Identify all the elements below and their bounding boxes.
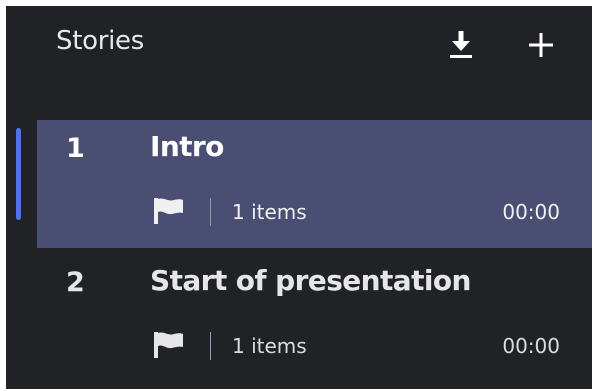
story-number: 1 — [66, 133, 85, 164]
story-item-1[interactable]: 1 Intro 1 items 00:00 — [37, 120, 592, 248]
stories-panel: Stories 1 Intro 1 items 00:00 2 Start of… — [6, 6, 592, 389]
panel-title: Stories — [56, 26, 144, 56]
story-number: 2 — [66, 267, 85, 298]
plus-icon — [529, 33, 553, 57]
story-title: Start of presentation — [150, 264, 471, 297]
story-title: Intro — [150, 130, 224, 163]
flag-icon — [154, 332, 183, 358]
active-story-indicator — [16, 128, 21, 220]
story-item-count: 1 items — [232, 334, 307, 358]
stories-header: Stories — [6, 6, 592, 90]
meta-divider — [210, 198, 211, 226]
story-item-count: 1 items — [232, 200, 307, 224]
story-duration: 00:00 — [502, 200, 560, 224]
flag-icon — [154, 198, 183, 224]
download-icon — [450, 31, 472, 58]
add-story-button[interactable] — [524, 28, 558, 62]
meta-divider — [210, 332, 211, 360]
story-duration: 00:00 — [502, 334, 560, 358]
story-item-2[interactable]: 2 Start of presentation 1 items 00:00 — [37, 254, 592, 382]
download-button[interactable] — [444, 28, 478, 62]
